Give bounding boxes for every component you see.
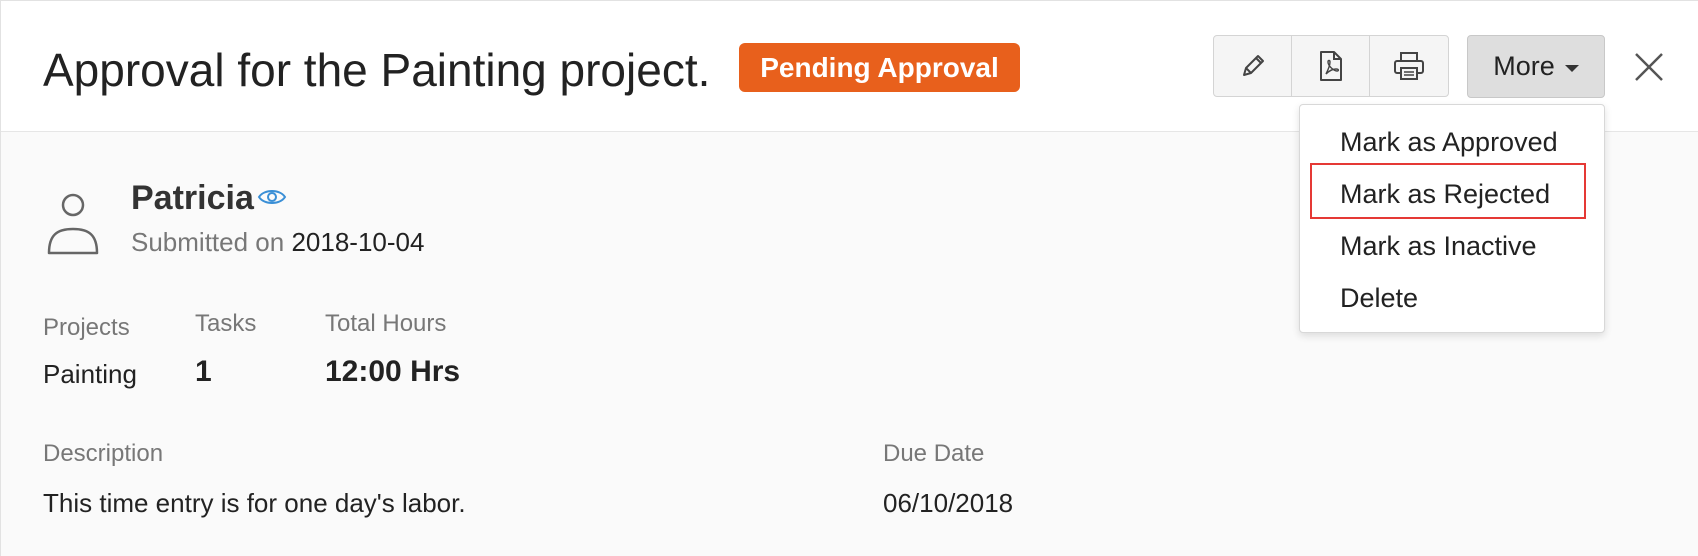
submitted-prefix: Submitted on [131, 227, 285, 257]
projects-label: Projects [43, 314, 130, 341]
projects-value: Painting [43, 359, 137, 389]
menu-item-mark-approved[interactable]: Mark as Approved [1340, 127, 1558, 158]
menu-item-mark-rejected[interactable]: Mark as Rejected [1340, 179, 1550, 210]
due-date-label: Due Date [883, 440, 985, 467]
description-label: Description [43, 440, 164, 467]
menu-item-delete[interactable]: Delete [1340, 283, 1418, 314]
tasks-value: 1 [195, 355, 212, 388]
tasks-label: Tasks [195, 310, 257, 337]
menu-item-mark-inactive[interactable]: Mark as Inactive [1340, 231, 1537, 262]
approval-panel: Approval for the Painting project. Pendi… [0, 0, 1698, 556]
submitted-info: Submitted on 2018-10-04 [131, 227, 424, 258]
action-button-group [1213, 35, 1449, 97]
submitter-name: Patricia [131, 179, 254, 217]
pdf-icon [1319, 51, 1342, 81]
pdf-button[interactable] [1292, 36, 1370, 96]
close-icon [1635, 53, 1663, 81]
description-value: This time entry is for one day's labor. [43, 488, 466, 518]
more-button-label: More [1493, 51, 1555, 81]
edit-button[interactable] [1214, 36, 1292, 96]
total-hours-label: Total Hours [325, 310, 447, 337]
status-badge: Pending Approval [739, 43, 1020, 92]
more-button[interactable]: More [1467, 35, 1605, 98]
user-avatar-icon [47, 193, 99, 255]
eye-icon[interactable] [257, 184, 287, 210]
page-title: Approval for the Painting project. [43, 44, 711, 96]
submitted-date: 2018-10-04 [291, 227, 425, 257]
due-date-value: 06/10/2018 [883, 488, 1014, 518]
caret-down-icon [1564, 64, 1579, 72]
printer-icon [1394, 52, 1424, 80]
more-dropdown-menu: Mark as Approved Mark as Rejected Mark a… [1299, 104, 1605, 333]
total-hours-value: 12:00 Hrs [325, 355, 461, 388]
close-button[interactable] [1629, 47, 1669, 87]
pencil-icon [1242, 55, 1264, 76]
print-button[interactable] [1370, 36, 1448, 96]
